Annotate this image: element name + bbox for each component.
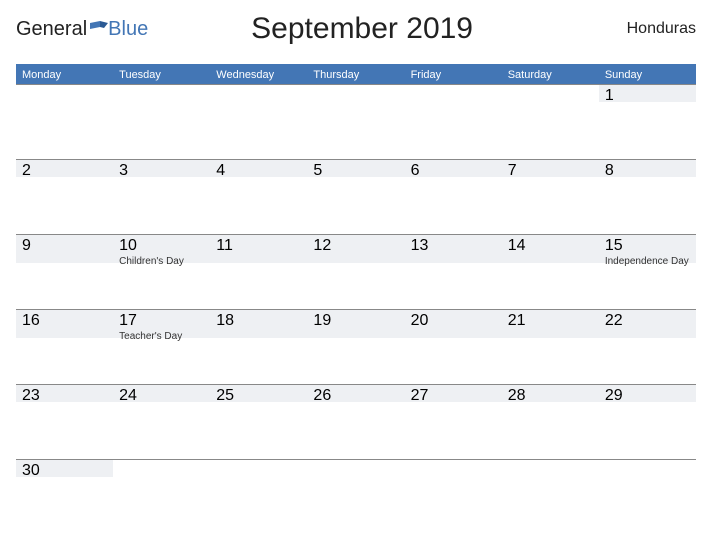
day-cell: 14 <box>502 235 599 309</box>
day-number: 4 <box>216 162 301 180</box>
calendar: Monday Tuesday Wednesday Thursday Friday… <box>16 64 696 534</box>
weekday-fri: Friday <box>405 66 502 84</box>
day-number: 27 <box>411 387 496 405</box>
day-cell <box>307 460 404 534</box>
day-number: 16 <box>22 312 107 330</box>
day-number: 8 <box>605 162 690 180</box>
weekday-header: Monday Tuesday Wednesday Thursday Friday… <box>16 64 696 84</box>
day-cell: 29 <box>599 385 696 459</box>
day-cell: 17Teacher's Day <box>113 310 210 384</box>
day-number: 17 <box>119 312 204 330</box>
day-cell: 26 <box>307 385 404 459</box>
day-event: Children's Day <box>119 256 204 267</box>
day-event: Independence Day <box>605 256 690 267</box>
day-number: 26 <box>313 387 398 405</box>
day-number: 12 <box>313 237 398 255</box>
day-cell: 13 <box>405 235 502 309</box>
weekday-tue: Tuesday <box>113 66 210 84</box>
day-cell: 10Children's Day <box>113 235 210 309</box>
day-cell: 3 <box>113 160 210 234</box>
day-cell: 6 <box>405 160 502 234</box>
day-cell: 21 <box>502 310 599 384</box>
day-cell: 19 <box>307 310 404 384</box>
logo-flag-icon <box>90 18 108 41</box>
logo-text-blue: Blue <box>108 18 148 41</box>
day-number: 6 <box>411 162 496 180</box>
day-number: 25 <box>216 387 301 405</box>
day-cell <box>210 460 307 534</box>
day-cell: 22 <box>599 310 696 384</box>
weekday-wed: Wednesday <box>210 66 307 84</box>
day-number: 18 <box>216 312 301 330</box>
day-cell: 2 <box>16 160 113 234</box>
weekday-thu: Thursday <box>307 66 404 84</box>
day-cell: 20 <box>405 310 502 384</box>
day-cell: 15Independence Day <box>599 235 696 309</box>
day-number: 9 <box>22 237 107 255</box>
day-cell <box>405 85 502 159</box>
day-cell <box>16 85 113 159</box>
week-row: 2345678 <box>16 159 696 234</box>
day-cell <box>113 85 210 159</box>
day-cell: 1 <box>599 85 696 159</box>
page-title: September 2019 <box>148 12 576 46</box>
week-row: 1 <box>16 84 696 159</box>
day-cell: 11 <box>210 235 307 309</box>
day-cell <box>210 85 307 159</box>
day-cell: 23 <box>16 385 113 459</box>
day-number: 1 <box>605 87 690 105</box>
day-cell: 7 <box>502 160 599 234</box>
day-number: 24 <box>119 387 204 405</box>
day-number: 3 <box>119 162 204 180</box>
day-cell <box>307 85 404 159</box>
day-number: 11 <box>216 237 301 255</box>
header: General Blue September 2019 Honduras <box>16 12 696 56</box>
day-event: Teacher's Day <box>119 331 204 342</box>
day-cell: 30 <box>16 460 113 534</box>
day-cell: 27 <box>405 385 502 459</box>
day-number: 5 <box>313 162 398 180</box>
day-number: 19 <box>313 312 398 330</box>
day-cell: 8 <box>599 160 696 234</box>
weekday-sat: Saturday <box>502 66 599 84</box>
day-cell: 12 <box>307 235 404 309</box>
day-cell: 18 <box>210 310 307 384</box>
day-cell: 24 <box>113 385 210 459</box>
day-cell: 5 <box>307 160 404 234</box>
day-number: 15 <box>605 237 690 255</box>
week-row: 30 <box>16 459 696 534</box>
day-number: 20 <box>411 312 496 330</box>
day-cell <box>599 460 696 534</box>
day-number: 28 <box>508 387 593 405</box>
day-number: 10 <box>119 237 204 255</box>
day-cell <box>113 460 210 534</box>
day-number: 22 <box>605 312 690 330</box>
day-cell: 16 <box>16 310 113 384</box>
day-cell: 28 <box>502 385 599 459</box>
week-row: 16 17Teacher's Day 18 19 20 21 22 <box>16 309 696 384</box>
day-number: 2 <box>22 162 107 180</box>
day-number: 21 <box>508 312 593 330</box>
day-cell: 4 <box>210 160 307 234</box>
day-number: 29 <box>605 387 690 405</box>
logo-text-general: General <box>16 18 87 41</box>
day-number: 23 <box>22 387 107 405</box>
logo: General Blue <box>16 18 148 41</box>
week-row: 23 24 25 26 27 28 29 <box>16 384 696 459</box>
day-number: 7 <box>508 162 593 180</box>
day-number: 14 <box>508 237 593 255</box>
day-cell: 25 <box>210 385 307 459</box>
weeks-container: 12345678910Children's Day1112131415Indep… <box>16 84 696 534</box>
day-number: 13 <box>411 237 496 255</box>
day-number: 30 <box>22 462 107 480</box>
day-cell <box>405 460 502 534</box>
week-row: 9 10Children's Day 11 12 13 14 15Independence … <box>16 234 696 309</box>
day-cell <box>502 85 599 159</box>
day-cell <box>502 460 599 534</box>
weekday-mon: Monday <box>16 66 113 84</box>
weekday-sun: Sunday <box>599 66 696 84</box>
region-label: Honduras <box>576 20 696 38</box>
day-cell: 9 <box>16 235 113 309</box>
